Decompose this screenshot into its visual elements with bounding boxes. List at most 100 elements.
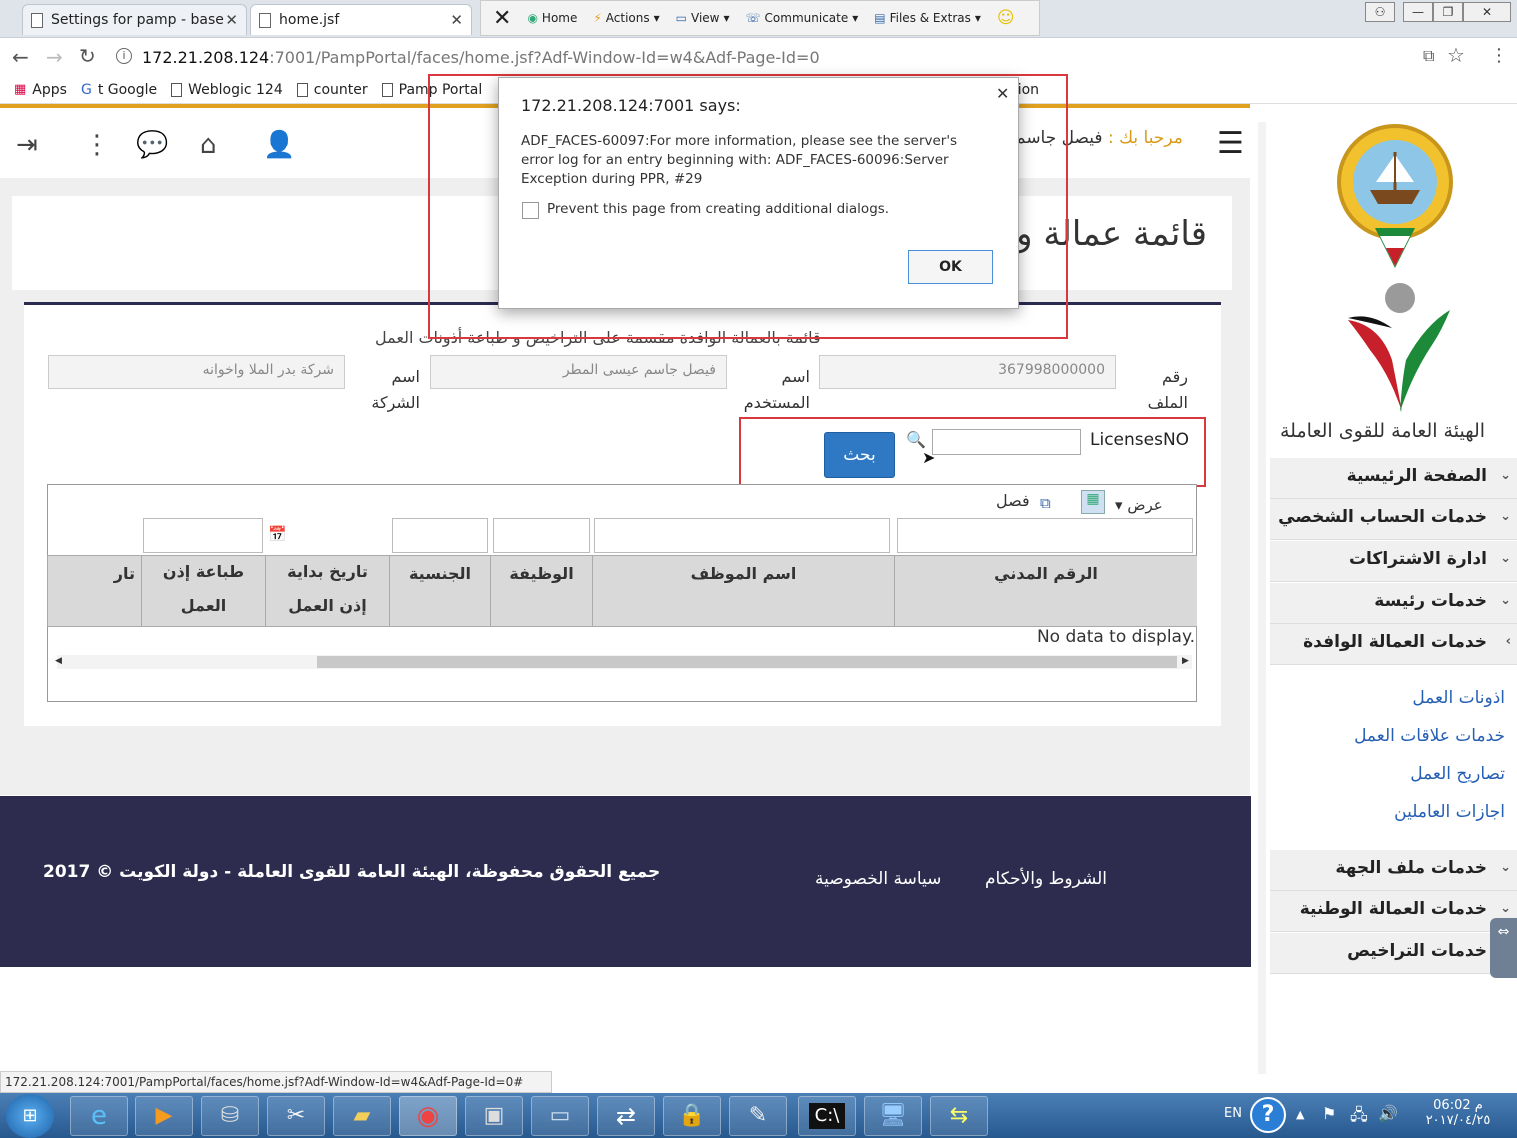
bookmark-counter[interactable]: counter (296, 82, 368, 98)
translate-icon[interactable]: ⧉ (1423, 46, 1434, 66)
menu-main-services[interactable]: خدمات رئيسة ⌄ (1270, 583, 1517, 624)
restore-button[interactable]: ❐ (1433, 2, 1463, 22)
toolbar-view[interactable]: ▭ View ▾ (670, 11, 736, 25)
column-picker-icon[interactable]: ▦ (1081, 490, 1105, 514)
close-icon[interactable]: ✕ (450, 11, 463, 29)
star-icon[interactable]: ☆ (1447, 43, 1465, 67)
clock[interactable]: 06:02 م ٢٠١٧/٠٤/٢٥ (1418, 1098, 1498, 1128)
hamburger-menu-icon[interactable]: ☰ (1217, 126, 1244, 161)
back-icon[interactable]: ← (12, 45, 29, 69)
menu-home[interactable]: الصفحة الرئيسية ⌄ (1270, 458, 1517, 499)
column-header[interactable]: تاريخ بداية إذن العمل (265, 555, 389, 627)
ok-button[interactable]: OK (908, 250, 993, 284)
submenu-employee-leaves[interactable]: اجازات العاملين (1394, 802, 1505, 822)
filter-print-permit[interactable] (143, 518, 263, 553)
privacy-link[interactable]: سياسة الخصوصية (815, 869, 941, 889)
column-header[interactable]: الوظيفة (490, 555, 592, 627)
menu-expat-labor[interactable]: خدمات العمالة الوافدة ‹ (1270, 624, 1517, 665)
reload-icon[interactable]: ↻ (79, 44, 96, 68)
detach-icon[interactable]: ⧉ (1040, 494, 1051, 512)
filter-nationality[interactable] (392, 518, 488, 553)
menu-personal-account[interactable]: خدمات الحساب الشخصي ⌄ (1270, 499, 1517, 540)
scroll-right-icon[interactable]: ▶ (1182, 656, 1189, 666)
close-icon[interactable]: ✕ (225, 11, 238, 29)
filter-employee-name[interactable] (594, 518, 890, 553)
window-close-button[interactable]: ✕ (1463, 2, 1511, 22)
view-menu[interactable]: عرض ▾ (1115, 496, 1163, 514)
submenu-work-authorizations[interactable]: تصاريح العمل (1410, 764, 1505, 784)
clock-time: 06:02 م (1433, 1098, 1483, 1113)
chat-icon[interactable]: 💬 (136, 130, 168, 160)
tab-home[interactable]: home.jsf ✕ (250, 4, 472, 35)
remote-panel-icon[interactable]: ⇔ (1490, 918, 1517, 978)
column-header[interactable]: الجنسية (389, 555, 490, 627)
sidebar-scrollbar[interactable] (1258, 122, 1266, 1074)
submenu-labor-relations[interactable]: خدمات علاقات العمل (1354, 726, 1505, 746)
help-icon[interactable]: ? (1250, 1097, 1286, 1133)
url-field[interactable]: i 172.21.208.124:7001/PampPortal/faces/h… (110, 43, 1030, 71)
ie-taskbar-icon[interactable]: e (70, 1096, 128, 1136)
close-session-icon[interactable]: ✕ (487, 6, 517, 31)
language-indicator[interactable]: EN (1224, 1106, 1242, 1121)
toolbar-home[interactable]: ◉ Home (521, 11, 583, 25)
bookmark-weblogic[interactable]: Weblogic 124 (171, 82, 283, 98)
info-icon[interactable]: i (116, 48, 132, 64)
flag-icon[interactable]: ⚑ (1322, 1104, 1336, 1123)
submenu-work-permits[interactable]: اذونات العمل (1412, 688, 1505, 708)
cmd-taskbar-icon[interactable]: C:\ (798, 1096, 856, 1136)
bookmark-apps[interactable]: ▦ Apps (14, 82, 67, 98)
user-icon[interactable]: ⚇ (1365, 2, 1395, 22)
column-header[interactable]: الرقم المدني (894, 555, 1197, 627)
network-taskbar-icon[interactable]: 🖥 (864, 1096, 922, 1136)
column-header[interactable]: اسم الموظف (592, 555, 894, 627)
media-player-taskbar-icon[interactable]: ▶ (135, 1096, 193, 1136)
user-name-label: اسم المستخدم (743, 367, 810, 412)
tray-expand-icon[interactable]: ▲ (1296, 1108, 1304, 1121)
remote-desktop-taskbar-icon[interactable]: ▭ (531, 1096, 589, 1136)
chrome-taskbar-icon[interactable]: ◉ (399, 1096, 457, 1136)
teamviewer-taskbar-icon[interactable]: ⇄ (597, 1096, 655, 1136)
bookmark-google[interactable]: Gt Google (81, 82, 157, 98)
menu-licenses[interactable]: خدمات التراخيص⌄ (1270, 933, 1517, 974)
server-manager-taskbar-icon[interactable]: ▣ (465, 1096, 523, 1136)
smiley-icon[interactable]: ☺ (991, 8, 1021, 28)
dialog-close-icon[interactable]: ✕ (996, 84, 1009, 103)
connection-taskbar-icon[interactable]: ⇆ (930, 1096, 988, 1136)
filter-job[interactable] (493, 518, 590, 553)
menu-national-labor[interactable]: خدمات العمالة الوطنية ⌄ (1270, 891, 1517, 932)
tab-settings[interactable]: Settings for pamp - base ✕ (22, 4, 247, 35)
logout-icon[interactable]: ⇥ (16, 130, 38, 160)
toolbar-files[interactable]: ▤ Files & Extras ▾ (868, 11, 987, 25)
prevent-dialogs-label[interactable]: Prevent this page from creating addition… (547, 201, 889, 217)
search-button[interactable]: بحث (824, 432, 895, 478)
toolbar-communicate[interactable]: ☏ Communicate ▾ (740, 11, 865, 25)
snipping-tool-taskbar-icon[interactable]: ✂ (267, 1096, 325, 1136)
forward-icon[interactable]: → (46, 45, 63, 69)
terms-link[interactable]: الشروط والأحكام (985, 869, 1107, 889)
security-taskbar-icon[interactable]: 🔒 (663, 1096, 721, 1136)
user-icon[interactable]: 👤 (263, 130, 295, 160)
home-icon[interactable]: ⌂ (200, 130, 217, 160)
network-icon[interactable]: 🖧 (1350, 1104, 1368, 1131)
column-header[interactable]: تار (47, 555, 141, 627)
toolbar-actions[interactable]: ⚡ Actions ▾ (587, 11, 665, 25)
menu-entity-file[interactable]: خدمات ملف الجهة ⌄ (1270, 850, 1517, 891)
more-vertical-icon[interactable]: ⋮ (84, 130, 110, 160)
database-taskbar-icon[interactable]: ⛁ (201, 1096, 259, 1136)
scrollbar-thumb[interactable] (317, 656, 1177, 668)
column-header[interactable]: طباعة إذن العمل (141, 555, 265, 627)
start-button[interactable]: ⊞ (6, 1094, 54, 1138)
menu-subscriptions[interactable]: ادارة الاشتراكات ⌄ (1270, 541, 1517, 582)
filter-civil-id[interactable] (897, 518, 1193, 553)
search-icon[interactable]: 🔍 (906, 430, 926, 449)
prevent-dialogs-checkbox[interactable] (522, 202, 539, 219)
calendar-icon[interactable]: 📅 (268, 525, 287, 543)
scroll-left-icon[interactable]: ◀ (55, 656, 62, 666)
licenses-input[interactable] (932, 429, 1081, 455)
notepad-taskbar-icon[interactable]: ✎ (729, 1096, 787, 1136)
lightning-icon: ⚡ (593, 11, 602, 25)
explorer-taskbar-icon[interactable]: ▰ (333, 1096, 391, 1136)
volume-icon[interactable]: 🔊 (1378, 1104, 1398, 1123)
more-menu-icon[interactable]: ⋮ (1490, 45, 1508, 66)
minimize-button[interactable]: — (1403, 2, 1433, 22)
